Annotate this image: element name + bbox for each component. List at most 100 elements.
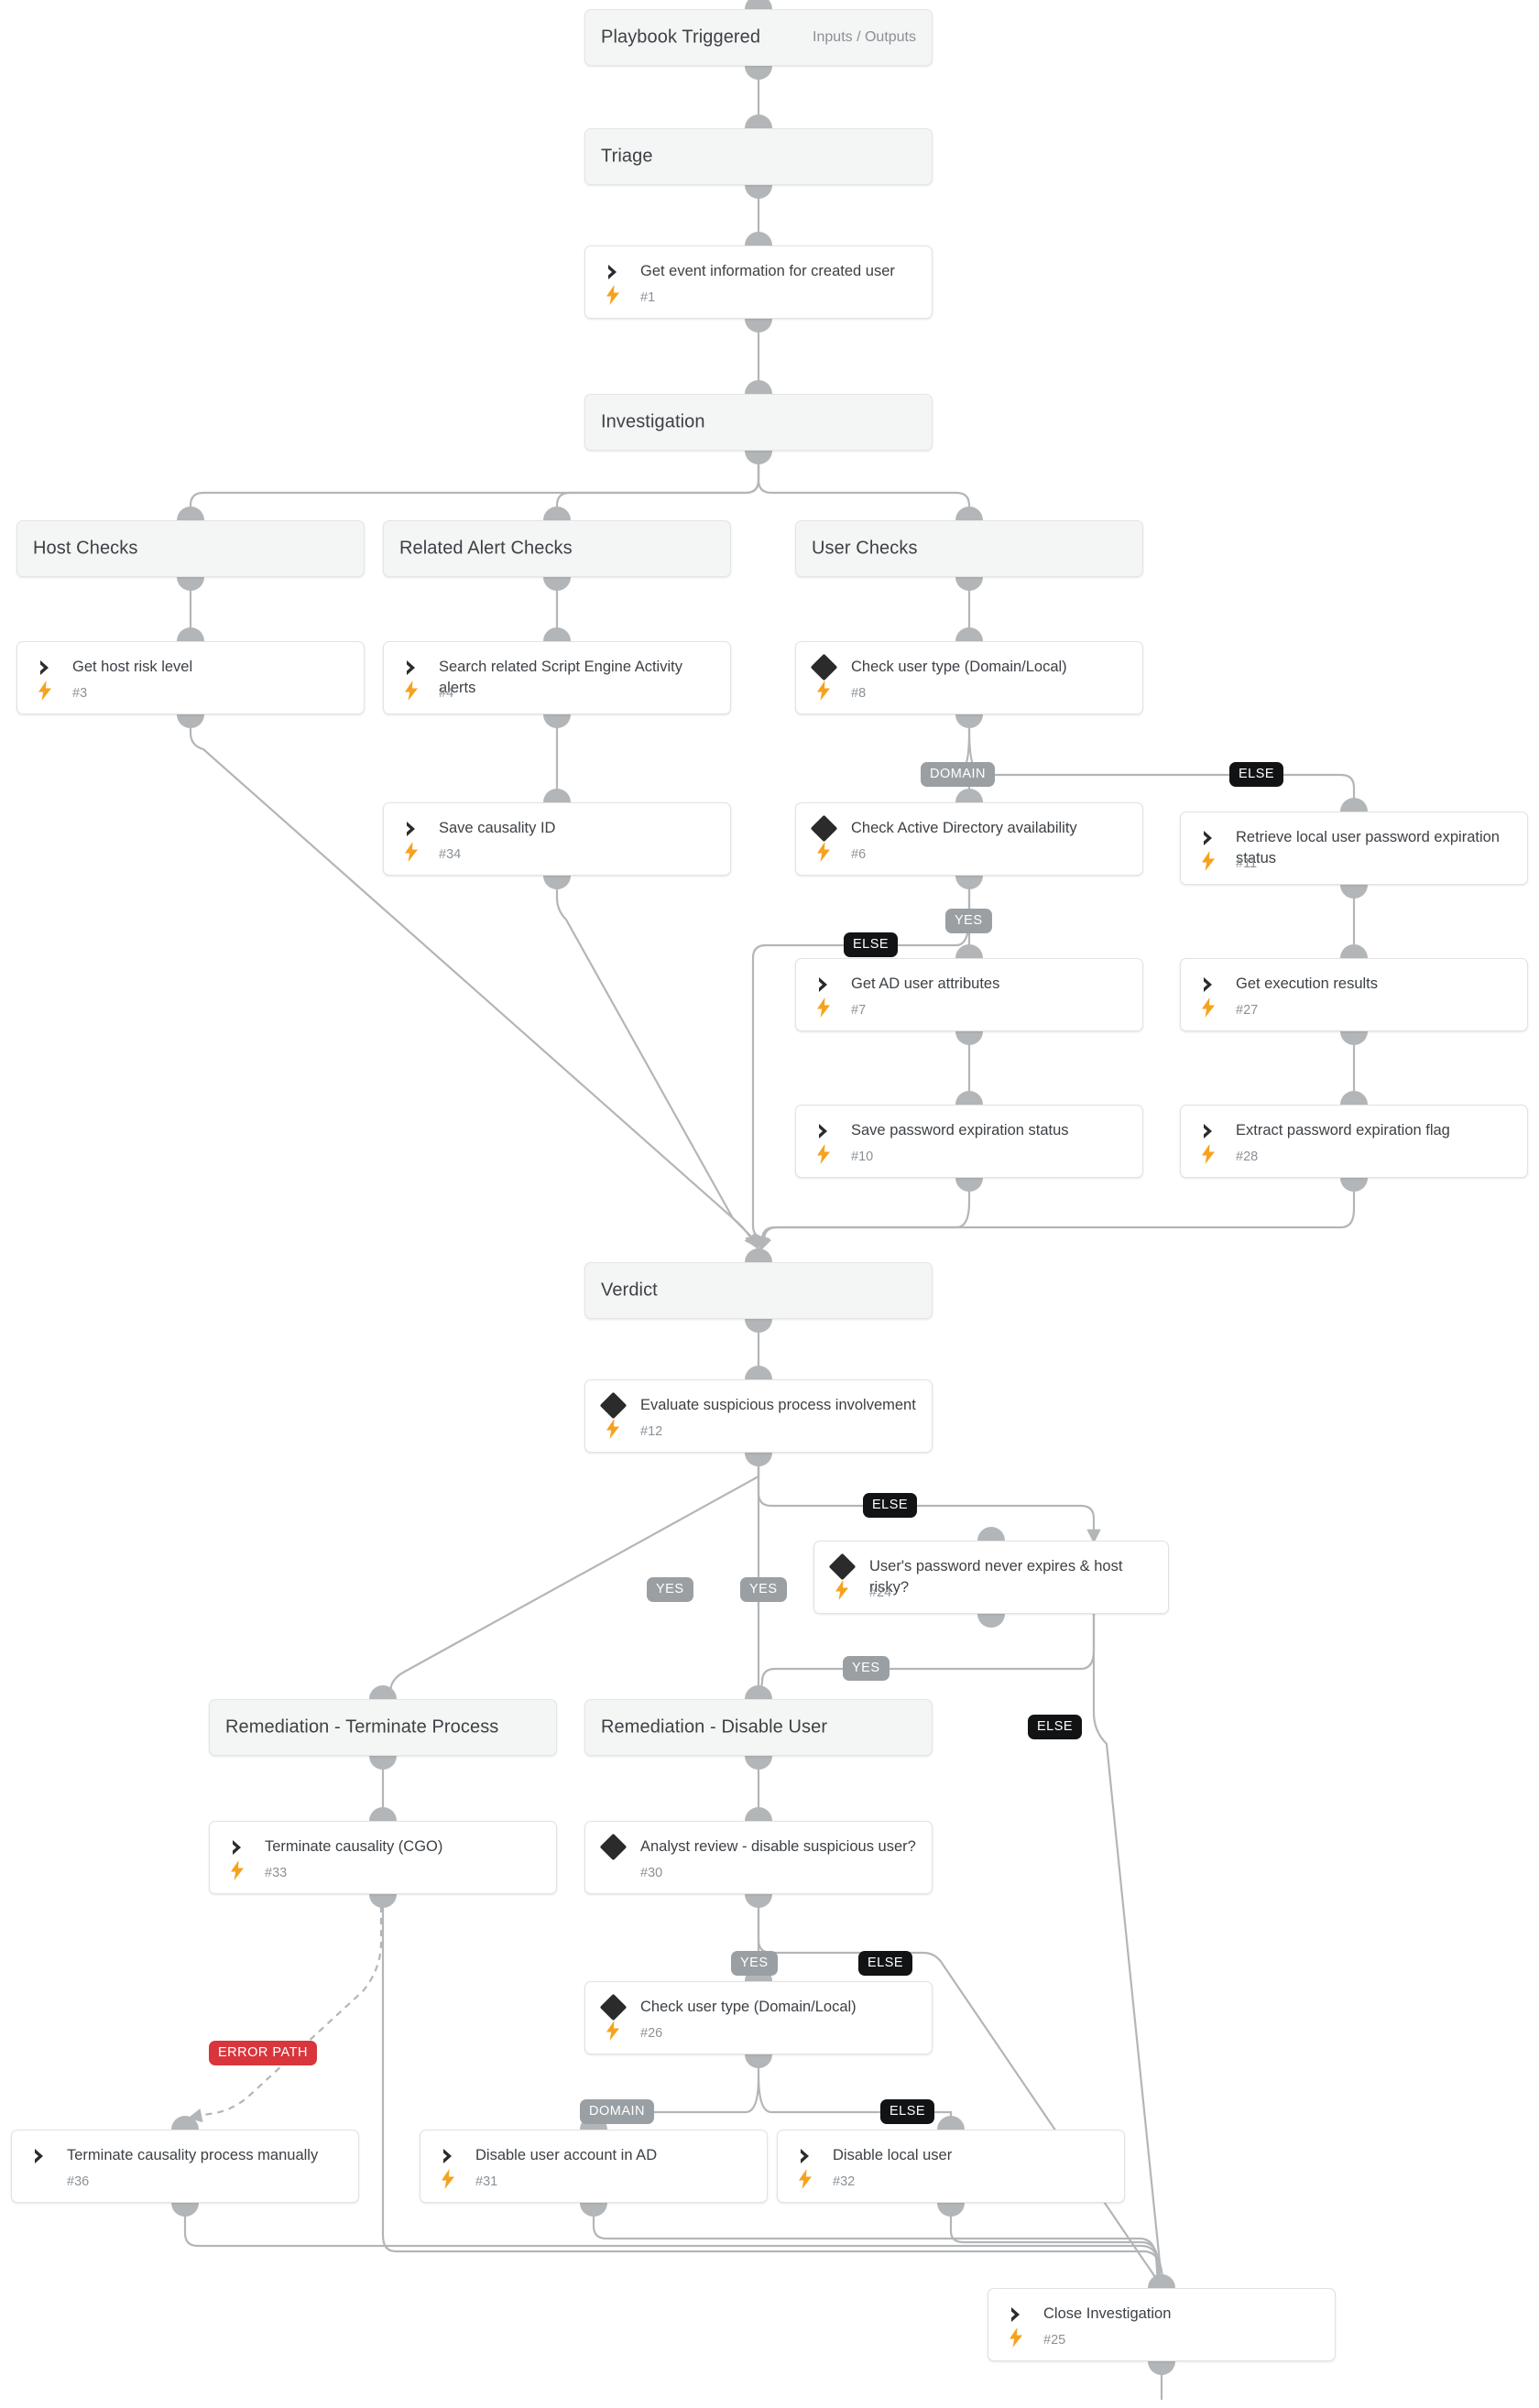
connector-socket-in[interactable] (543, 507, 571, 520)
section-node-rem_dis[interactable]: Remediation - Disable User (584, 1699, 933, 1756)
section-node-related[interactable]: Related Alert Checks (383, 520, 731, 577)
section-node-trigger[interactable]: Playbook Triggered Inputs / Outputs (584, 9, 933, 66)
connector-socket-out[interactable] (955, 577, 983, 591)
connector-socket-in[interactable] (543, 627, 571, 641)
connector-socket-in[interactable] (1340, 1091, 1368, 1105)
connector-socket-out[interactable] (745, 319, 772, 332)
branch-badge-domain[interactable]: DOMAIN (580, 2099, 654, 2124)
connector-socket-in[interactable] (745, 1685, 772, 1699)
connector-socket-out[interactable] (543, 876, 571, 889)
connector-socket-in[interactable] (955, 507, 983, 520)
connector-socket-out[interactable] (1148, 2361, 1175, 2375)
branch-badge-yes[interactable]: YES (945, 909, 992, 933)
connector-socket-in[interactable] (745, 380, 772, 394)
task-node-11[interactable]: Retrieve local user password expiration … (1180, 812, 1528, 885)
connector-socket-in[interactable] (745, 1366, 772, 1379)
connector-socket-in[interactable] (977, 1527, 1005, 1541)
branch-badge-yes[interactable]: YES (740, 1577, 787, 1602)
connector-socket-out[interactable] (369, 1756, 397, 1770)
connector-socket-out[interactable] (177, 714, 204, 728)
task-node-10[interactable]: Save password expiration status #10 (795, 1105, 1143, 1178)
connector-socket-out[interactable] (745, 1453, 772, 1466)
task-node-36[interactable]: Terminate causality process manually #36 (11, 2130, 359, 2203)
connector-socket-in[interactable] (1148, 2274, 1175, 2288)
connector-socket-in[interactable] (1340, 798, 1368, 812)
inputs-outputs-link[interactable]: Inputs / Outputs (813, 29, 916, 46)
task-node-7[interactable]: Get AD user attributes #7 (795, 958, 1143, 1031)
connector-socket-out[interactable] (745, 1756, 772, 1770)
connector-socket-in[interactable] (745, 0, 772, 9)
task-node-4[interactable]: Search related Script Engine Activity al… (383, 641, 731, 714)
connector-socket-out[interactable] (955, 876, 983, 889)
branch-badge-else[interactable]: ELSE (863, 1493, 918, 1518)
connector-socket-in[interactable] (955, 944, 983, 958)
condition-node-8[interactable]: Check user type (Domain/Local) #8 (795, 641, 1143, 714)
branch-badge-domain[interactable]: DOMAIN (921, 762, 995, 787)
branch-badge-else[interactable]: ELSE (858, 1951, 913, 1976)
section-node-verdict[interactable]: Verdict (584, 1262, 933, 1319)
connector-socket-in[interactable] (937, 2116, 965, 2130)
connector-socket-out[interactable] (745, 1894, 772, 1908)
task-node-27[interactable]: Get execution results #27 (1180, 958, 1528, 1031)
task-node-34[interactable]: Save causality ID #34 (383, 802, 731, 876)
connector-socket-out[interactable] (745, 1319, 772, 1333)
branch-badge-yes[interactable]: YES (647, 1577, 693, 1602)
task-node-25[interactable]: Close Investigation #25 (988, 2288, 1336, 2361)
connector-socket-out[interactable] (171, 2203, 199, 2217)
branch-badge-else[interactable]: ELSE (844, 932, 899, 957)
connector-socket-in[interactable] (745, 1248, 772, 1262)
connector-socket-in[interactable] (369, 1807, 397, 1821)
connector-socket-in[interactable] (745, 1807, 772, 1821)
task-node-3[interactable]: Get host risk level #3 (16, 641, 365, 714)
section-node-triage[interactable]: Triage (584, 128, 933, 185)
section-node-invest[interactable]: Investigation (584, 394, 933, 451)
branch-badge-yes[interactable]: YES (843, 1656, 890, 1681)
task-node-28[interactable]: Extract password expiration flag #28 (1180, 1105, 1528, 1178)
task-node-1[interactable]: Get event information for created user #1 (584, 245, 933, 319)
connector-socket-out[interactable] (745, 66, 772, 80)
connector-socket-out[interactable] (580, 2203, 607, 2217)
connector-socket-out[interactable] (369, 1894, 397, 1908)
connector-socket-in[interactable] (745, 114, 772, 128)
branch-badge-yes[interactable]: YES (731, 1951, 778, 1976)
section-node-rem_term[interactable]: Remediation - Terminate Process (209, 1699, 557, 1756)
task-node-31[interactable]: Disable user account in AD #31 (420, 2130, 768, 2203)
connector-socket-out[interactable] (1340, 1178, 1368, 1192)
condition-node-30[interactable]: Analyst review - disable suspicious user… (584, 1821, 933, 1894)
connector-socket-out[interactable] (543, 714, 571, 728)
connector-socket-out[interactable] (543, 577, 571, 591)
branch-badge-else[interactable]: ELSE (880, 2099, 935, 2124)
connector-socket-out[interactable] (177, 577, 204, 591)
branch-badge-else[interactable]: ELSE (1229, 762, 1284, 787)
connector-socket-out[interactable] (955, 714, 983, 728)
section-node-user[interactable]: User Checks (795, 520, 1143, 577)
connector-socket-in[interactable] (745, 232, 772, 245)
condition-node-6[interactable]: Check Active Directory availability #6 (795, 802, 1143, 876)
connector-socket-in[interactable] (177, 507, 204, 520)
connector-socket-out[interactable] (955, 1178, 983, 1192)
connector-socket-out[interactable] (977, 1614, 1005, 1628)
connector-socket-in[interactable] (955, 627, 983, 641)
connector-socket-out[interactable] (745, 451, 772, 464)
branch-badge-error-path[interactable]: ERROR PATH (209, 2041, 317, 2065)
connector-socket-in[interactable] (955, 1091, 983, 1105)
condition-node-26[interactable]: Check user type (Domain/Local) #26 (584, 1981, 933, 2054)
task-node-33[interactable]: Terminate causality (CGO) #33 (209, 1821, 557, 1894)
connector-socket-in[interactable] (1340, 944, 1368, 958)
task-node-32[interactable]: Disable local user #32 (777, 2130, 1125, 2203)
connector-socket-in[interactable] (177, 627, 204, 641)
connector-socket-in[interactable] (171, 2116, 199, 2130)
branch-badge-else[interactable]: ELSE (1028, 1715, 1083, 1739)
connector-socket-out[interactable] (1340, 1031, 1368, 1045)
connector-socket-out[interactable] (1340, 885, 1368, 899)
connector-socket-in[interactable] (543, 789, 571, 802)
connector-socket-in[interactable] (369, 1685, 397, 1699)
condition-node-24[interactable]: User's password never expires & host ris… (813, 1541, 1169, 1614)
condition-node-12[interactable]: Evaluate suspicious process involvement #… (584, 1379, 933, 1453)
connector-socket-out[interactable] (937, 2203, 965, 2217)
connector-socket-out[interactable] (745, 185, 772, 199)
connector-socket-out[interactable] (955, 1031, 983, 1045)
connector-socket-out[interactable] (745, 2054, 772, 2068)
connector-socket-in[interactable] (955, 789, 983, 802)
section-node-host[interactable]: Host Checks (16, 520, 365, 577)
